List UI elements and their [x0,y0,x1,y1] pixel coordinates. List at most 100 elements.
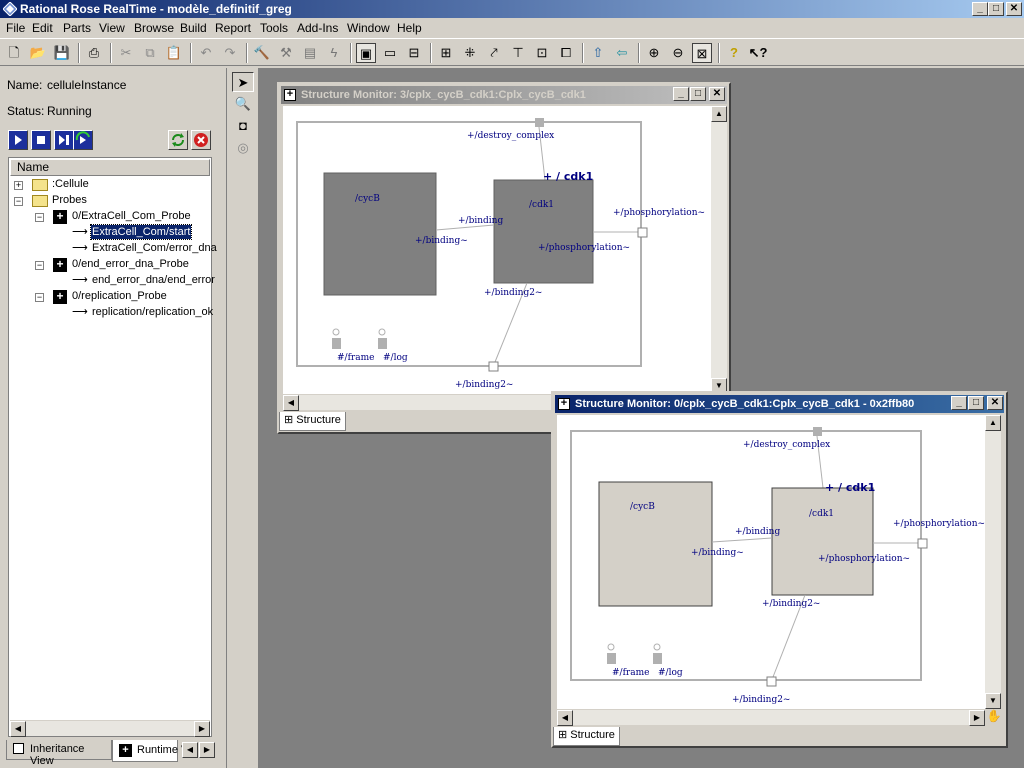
step-button[interactable] [54,130,74,150]
help-icon[interactable]: ? [724,43,744,63]
monitor-1-minimize-button[interactable]: _ [673,87,689,101]
tab-structure[interactable]: ⊞ Structure [279,412,346,431]
rebuild-icon[interactable]: ⚒ [276,43,296,63]
new-icon[interactable]: 🗋 [4,43,24,63]
stop-button[interactable] [31,130,51,150]
open-icon[interactable]: 📂 [28,43,48,63]
tree-item-end-error-probe[interactable]: 0/end_error_dna_Probe [72,257,189,271]
scroll-right-arrow[interactable]: ▶ [194,721,210,737]
scroll-left-arrow[interactable]: ◀ [283,395,299,411]
select-pointer-icon[interactable]: ➤ [232,72,254,92]
browser-icon[interactable]: ⊟ [404,43,424,63]
run-until-button[interactable] [73,130,93,150]
menu-file[interactable]: File [6,21,25,35]
context-help-icon[interactable]: ↖? [748,43,768,63]
tab-scroll-left[interactable]: ◀ [182,742,198,758]
undo-icon[interactable]: ↶ [196,43,216,63]
menu-parts[interactable]: Parts [63,21,91,35]
collapse-icon[interactable]: − [35,261,44,270]
watch-tool-icon[interactable]: ◎ [232,138,254,158]
tab-scroll-right[interactable]: ▶ [199,742,215,758]
zoom-in-icon[interactable]: ⊕ [644,43,664,63]
pan-hand-icon[interactable]: ✋ [986,709,1002,725]
tree-horizontal-scrollbar[interactable]: ◀ ▶ [10,720,210,737]
tree-item-extracell-start[interactable]: ExtraCell_Com/start [89,224,193,240]
monitor-1-maximize-button[interactable]: □ [690,87,706,101]
scroll-up-arrow[interactable]: ▲ [711,106,727,122]
structure-monitor-window-1[interactable]: + Structure Monitor: 3/cplx_cycB_cdk1:Cp… [277,82,731,434]
wire-icon[interactable]: ⤤ [484,43,504,63]
monitor-2-minimize-button[interactable]: _ [951,396,967,410]
monitor-1-title-bar[interactable]: + Structure Monitor: 3/cplx_cycB_cdk1:Cp… [281,86,727,104]
structure-icon[interactable]: ▣ [356,43,376,63]
state-icon[interactable]: ▭ [380,43,400,63]
split-icon[interactable]: ⁜ [460,43,480,63]
menu-browse[interactable]: Browse [134,21,174,35]
save-icon[interactable]: 💾 [52,43,72,63]
tree-item-probes[interactable]: Probes [52,193,87,207]
paste-icon[interactable]: 📋 [164,43,184,63]
back-icon[interactable]: ⇦ [612,43,632,63]
menu-tools[interactable]: Tools [260,21,288,35]
cut-icon[interactable]: ✂ [116,43,136,63]
scroll-left-arrow[interactable]: ◀ [557,710,573,726]
refresh-button[interactable] [168,130,188,150]
capsule-icon[interactable]: ⊡ [532,43,552,63]
collapse-icon[interactable]: − [14,197,23,206]
copy-icon[interactable]: ⧉ [140,43,160,63]
terminate-button[interactable] [191,130,211,150]
probe-icon: + [53,290,67,304]
home-icon[interactable]: ⇧ [588,43,608,63]
monitor-2-maximize-button[interactable]: □ [968,396,984,410]
tree-item-replication-ok[interactable]: replication/replication_ok [92,305,213,319]
debug-icon[interactable]: ϟ [324,43,344,63]
structure-monitor-window-2[interactable]: + Structure Monitor: 0/cplx_cycB_cdk1:Cp… [551,391,1008,748]
menu-report[interactable]: Report [215,21,251,35]
menu-build[interactable]: Build [180,21,207,35]
menu-addins[interactable]: Add-Ins [297,21,338,35]
monitor-2-title-bar[interactable]: + Structure Monitor: 0/cplx_cycB_cdk1:Cp… [555,395,1004,413]
start-button[interactable] [8,130,28,150]
fit-icon[interactable]: ⊠ [692,43,712,63]
monitor-2-close-button[interactable]: ✕ [987,396,1003,410]
tree-item-extracell-probe[interactable]: 0/ExtraCell_Com_Probe [72,209,191,223]
zoom-out-icon[interactable]: ⊖ [668,43,688,63]
tab-runtime-view[interactable]: + Runtime V [112,740,188,762]
scroll-right-arrow[interactable]: ▶ [969,710,985,726]
monitor-2-vertical-scrollbar[interactable]: ▲ ▼ [985,415,1001,709]
probe-tool-icon[interactable]: ◘ [232,116,254,136]
monitor-2-diagram-canvas[interactable]: +/destroy_complex + / cdk1 /cycB /cdk1 +… [557,415,985,709]
maximize-button[interactable]: □ [988,2,1004,16]
tab-inheritance-view[interactable]: Inheritance View [6,740,112,767]
print-icon[interactable]: ⎙ [84,43,104,63]
collapse-icon[interactable]: − [35,213,44,222]
scroll-up-arrow[interactable]: ▲ [985,415,1001,431]
tree-item-replication-probe[interactable]: 0/replication_Probe [72,289,167,303]
menu-edit[interactable]: Edit [32,21,53,35]
monitor-1-vertical-scrollbar[interactable]: ▲ ▼ [711,106,727,394]
redo-icon[interactable]: ↷ [220,43,240,63]
tree-item-end-error[interactable]: end_error_dna/end_error [92,273,215,287]
run-icon[interactable]: ▤ [300,43,320,63]
monitor-1-diagram-canvas[interactable]: +/destroy_complex + / cdk1 /cycB /cdk1 +… [283,106,711,394]
scroll-down-arrow[interactable]: ▼ [985,693,1001,709]
build-icon[interactable]: 🔨 [252,43,272,63]
expand-icon[interactable]: + [14,181,23,190]
tab-structure[interactable]: ⊞ Structure [553,727,620,746]
close-button[interactable]: ✕ [1006,2,1022,16]
minimize-button[interactable]: _ [972,2,988,16]
zoom-icon[interactable]: 🔍 [232,94,254,114]
port-icon[interactable]: ⧠ [556,43,576,63]
monitor-2-horizontal-scrollbar[interactable]: ◀ ▶ [557,709,985,726]
scroll-left-arrow[interactable]: ◀ [10,721,26,737]
menu-window[interactable]: Window [347,21,390,35]
tree-item-extracell-error-dna[interactable]: ExtraCell_Com/error_dna [92,241,217,255]
collapse-icon[interactable]: − [35,293,44,302]
menu-view[interactable]: View [99,21,125,35]
layout-icon[interactable]: ⊞ [436,43,456,63]
tree-item-cellule[interactable]: :Cellule [52,177,89,191]
menu-help[interactable]: Help [397,21,422,35]
merge-icon[interactable]: ⊤ [508,43,528,63]
tree-column-header[interactable]: Name [10,159,210,176]
monitor-1-close-button[interactable]: ✕ [709,87,725,101]
